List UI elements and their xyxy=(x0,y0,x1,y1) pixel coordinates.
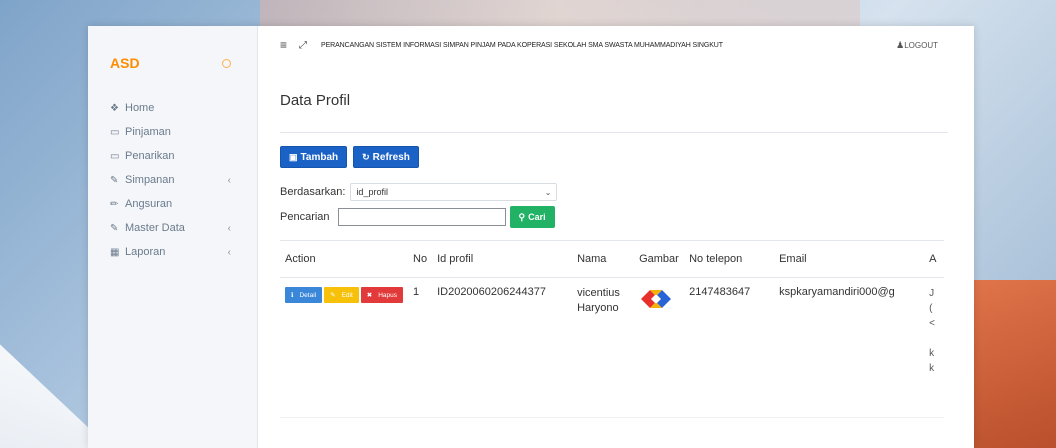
credit-card-icon: ▭ xyxy=(110,126,120,138)
cari-button[interactable]: ⚲ Cari xyxy=(509,206,555,228)
app-window: ASD ❖ Home ▭ Pinjaman ▭ Penarikan ✎ Simpanan ‹ ✏ A… xyxy=(88,26,974,448)
refresh-icon: ↻ xyxy=(362,151,370,162)
chevron-left-icon: ‹ xyxy=(227,174,231,186)
email-cell: kspkaryamandiri000@g xyxy=(774,277,925,418)
action-buttons: ▣ Tambah ↻ Refresh xyxy=(280,146,950,168)
a-fragment: ( xyxy=(929,303,933,314)
credit-card-icon: ▭ xyxy=(110,150,120,162)
data-table-wrapper: Action No Id profil Nama Gambar No telep… xyxy=(280,240,950,418)
sidebar-item-label: Angsuran xyxy=(125,198,173,210)
menu-icon[interactable]: ≡ xyxy=(280,38,287,52)
profile-logo-image xyxy=(641,290,672,308)
filter-label: Berdasarkan: xyxy=(280,186,346,198)
edit-icon: ✎ xyxy=(110,222,119,234)
gambar-cell xyxy=(634,277,685,418)
desktop-background-shape xyxy=(966,280,1056,448)
column-header-nama[interactable]: Nama xyxy=(572,240,635,278)
sidebar-item-label: Pinjaman xyxy=(125,126,171,138)
a-fragment: k xyxy=(929,348,935,359)
sidebar: ASD ❖ Home ▭ Pinjaman ▭ Penarikan ✎ Simpanan ‹ ✏ A… xyxy=(88,26,258,448)
a-fragment: k xyxy=(929,363,935,374)
sidebar-nav: ❖ Home ▭ Pinjaman ▭ Penarikan ✎ Simpanan ‹ ✏ Angsu… xyxy=(110,96,257,264)
sidebar-item-pinjaman[interactable]: ▭ Pinjaman xyxy=(110,120,257,144)
hapus-label: Hapus xyxy=(378,291,398,299)
a-fragment: < xyxy=(929,318,935,329)
topbar: ≡ ⤢ PERANCANGAN SISTEM INFORMASI SIMPAN … xyxy=(280,26,950,64)
chevron-down-icon: ⌄ xyxy=(544,187,552,197)
no-telepon-cell: 2147483647 xyxy=(684,277,775,418)
chevron-left-icon: ‹ xyxy=(227,246,231,258)
sidebar-item-label: Home xyxy=(125,102,155,114)
a-cell: J ( < k k xyxy=(924,277,945,418)
calendar-icon: ▦ xyxy=(110,246,120,258)
user-icon: ♟ xyxy=(896,39,905,50)
sidebar-item-angsuran[interactable]: ✏ Angsuran xyxy=(110,192,257,216)
cari-label: Cari xyxy=(528,212,546,222)
sidebar-item-penarikan[interactable]: ▭ Penarikan xyxy=(110,144,257,168)
logout-link[interactable]: ♟LOGOUT xyxy=(896,40,938,51)
refresh-button[interactable]: ↻ Refresh xyxy=(353,146,419,168)
row-actions: ℹ Detail ✎ Edit ✖ Hapus xyxy=(285,287,404,303)
id-profil-cell: ID2020060206244377 xyxy=(432,277,573,418)
search-input[interactable] xyxy=(337,208,506,226)
fullscreen-icon[interactable]: ⤢ xyxy=(299,40,307,51)
column-header-no[interactable]: No xyxy=(408,240,433,278)
column-header-no-telepon[interactable]: No telepon xyxy=(684,240,775,278)
brand-logo[interactable]: ASD xyxy=(110,55,140,71)
desktop-background-band xyxy=(260,0,860,26)
tambah-button[interactable]: ▣ Tambah xyxy=(280,146,348,168)
action-cell: ℹ Detail ✎ Edit ✖ Hapus xyxy=(280,277,409,418)
column-header-a[interactable]: A xyxy=(924,240,945,278)
edit-icon: ✎ xyxy=(110,174,119,186)
sidebar-item-laporan[interactable]: ▦ Laporan ‹ xyxy=(110,240,257,264)
main-content: ≡ ⤢ PERANCANGAN SISTEM INFORMASI SIMPAN … xyxy=(258,26,974,448)
logout-label: LOGOUT xyxy=(904,40,938,50)
search-icon: ⚲ xyxy=(518,211,526,222)
chevron-left-icon: ‹ xyxy=(227,222,231,234)
page-title: Data Profil xyxy=(280,92,351,109)
data-table: Action No Id profil Nama Gambar No telep… xyxy=(280,240,945,418)
edit-icon: ✎ xyxy=(330,292,336,299)
refresh-label: Refresh xyxy=(372,151,410,163)
column-header-gambar[interactable]: Gambar xyxy=(634,240,685,278)
edit-label: Edit xyxy=(341,291,353,299)
filter-select[interactable]: id_profil ⌄ xyxy=(350,183,558,201)
pencil-icon: ✏ xyxy=(110,198,119,210)
tambah-label: Tambah xyxy=(300,151,339,163)
sidebar-item-master-data[interactable]: ✎ Master Data ‹ xyxy=(110,216,257,240)
divider xyxy=(280,132,948,133)
hapus-button[interactable]: ✖ Hapus xyxy=(360,287,404,303)
search-label: Pencarian xyxy=(280,211,330,223)
sidebar-toggle-icon[interactable] xyxy=(222,58,231,68)
sidebar-item-label: Penarikan xyxy=(125,150,175,162)
sidebar-item-label: Laporan xyxy=(125,246,166,258)
sidebar-item-label: Master Data xyxy=(125,222,185,234)
column-header-action[interactable]: Action xyxy=(280,240,409,278)
table-row: ℹ Detail ✎ Edit ✖ Hapus 1 ID202006020624437… xyxy=(280,277,945,418)
detail-label: Detail xyxy=(299,291,317,299)
column-header-email[interactable]: Email xyxy=(774,240,925,278)
detail-button[interactable]: ℹ Detail xyxy=(285,287,323,303)
home-icon: ❖ xyxy=(110,102,119,114)
no-cell: 1 xyxy=(408,277,433,418)
search-row: Pencarian ⚲ Cari xyxy=(280,206,950,228)
filter-row: Berdasarkan: id_profil ⌄ xyxy=(280,182,950,202)
nama-cell: vicentius Haryono xyxy=(572,277,635,418)
a-fragment xyxy=(929,331,939,346)
edit-button[interactable]: ✎ Edit xyxy=(324,287,359,303)
app-title: PERANCANGAN SISTEM INFORMASI SIMPAN PINJ… xyxy=(321,41,723,49)
column-header-id-profil[interactable]: Id profil xyxy=(432,240,573,278)
sidebar-item-home[interactable]: ❖ Home xyxy=(110,96,257,120)
brand-row: ASD xyxy=(110,48,257,78)
filter-select-value: id_profil xyxy=(356,187,388,197)
info-icon: ℹ xyxy=(291,292,294,299)
sidebar-item-label: Simpanan xyxy=(125,174,175,186)
plus-square-icon: ▣ xyxy=(289,151,298,162)
close-icon: ✖ xyxy=(366,292,373,299)
table-header-row: Action No Id profil Nama Gambar No telep… xyxy=(280,240,945,278)
sidebar-item-simpanan[interactable]: ✎ Simpanan ‹ xyxy=(110,168,257,192)
a-fragment: J xyxy=(929,288,935,299)
